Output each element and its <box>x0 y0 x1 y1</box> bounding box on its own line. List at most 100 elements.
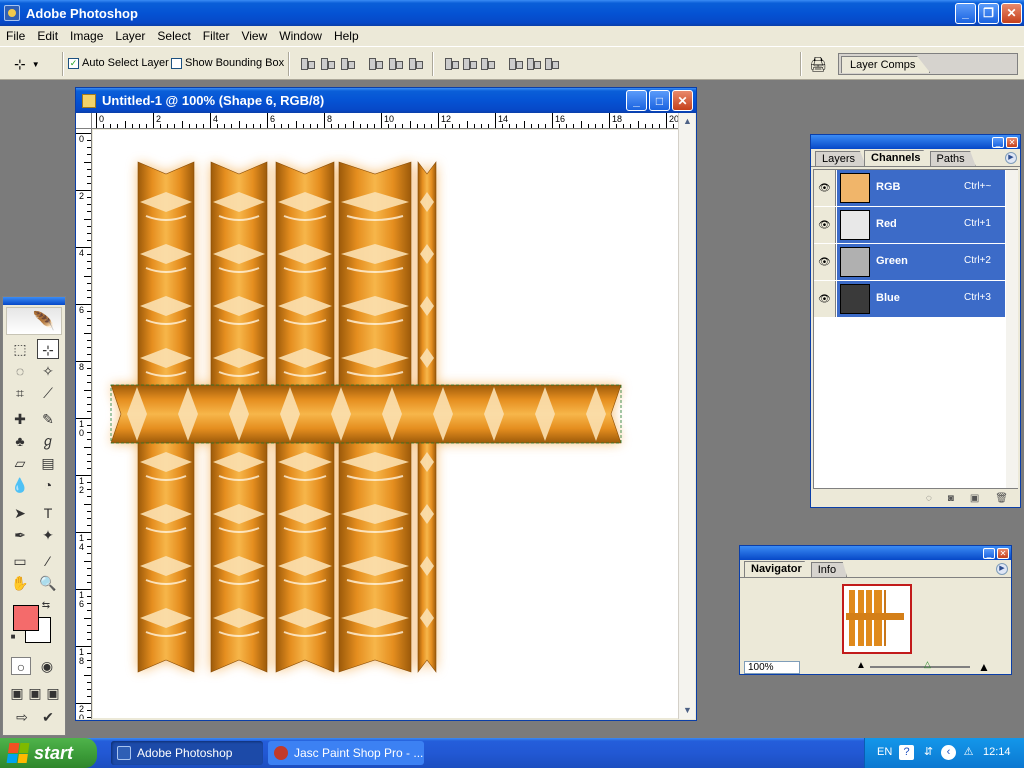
delete-channel-icon[interactable]: 🗑 <box>995 493 1008 504</box>
toolbox-title-bar[interactable] <box>3 297 65 305</box>
show-bounding-box-checkbox[interactable]: Show Bounding Box <box>171 57 284 69</box>
channel-list-scrollbar[interactable] <box>1006 170 1018 488</box>
align-vertical-centers-icon[interactable] <box>320 56 336 70</box>
magic-wand-tool-icon[interactable]: ✧ <box>37 361 59 381</box>
tab-info[interactable]: Info <box>810 562 848 577</box>
notes-tool-icon[interactable]: ▭ <box>9 551 31 571</box>
align-horizontal-centers-icon[interactable] <box>388 56 404 70</box>
doc-close-button[interactable]: ✕ <box>672 90 693 111</box>
tab-layers[interactable]: Layers <box>815 151 867 166</box>
taskbar-item-paint-shop-pro[interactable]: Jasc Paint Shop Pro - ... <box>268 741 424 765</box>
taskbar-item-photoshop[interactable]: Adobe Photoshop <box>111 741 263 765</box>
marquee-tool-icon[interactable]: ⬚ <box>9 339 31 359</box>
scroll-up-icon[interactable]: ▲ <box>681 115 694 128</box>
jump-to-imageready-icon[interactable]: ⇨ <box>9 707 35 727</box>
auto-select-layer-checkbox[interactable]: ✓ Auto Select Layer <box>68 57 169 69</box>
palette-minimize-button[interactable]: _ <box>992 136 1004 148</box>
tab-channels[interactable]: Channels <box>864 150 932 166</box>
distribute-right-edges-icon[interactable] <box>544 56 560 70</box>
channel-row-rgb[interactable]: 👁 RGB Ctrl+~ <box>814 170 1017 207</box>
doc-minimize-button[interactable]: _ <box>626 90 647 111</box>
quick-mask-mode-icon[interactable]: ◉ <box>37 657 57 675</box>
navigator-thumbnail[interactable] <box>842 584 912 654</box>
menu-image[interactable]: Image <box>64 29 109 43</box>
eyedropper-tool-icon[interactable]: ⁄ <box>37 551 59 571</box>
scroll-down-icon[interactable]: ▼ <box>681 704 694 717</box>
distribute-horizontal-centers-icon[interactable] <box>526 56 542 70</box>
zoom-in-icon[interactable]: ▲ <box>978 660 990 674</box>
swap-colors-icon[interactable]: ⇆ <box>39 599 53 613</box>
hand-tool-icon[interactable]: ✋ <box>9 573 31 593</box>
brush-tool-icon[interactable]: ✎ <box>37 409 59 429</box>
slice-tool-icon[interactable]: ⟋ <box>37 383 59 403</box>
pen-tool-icon[interactable]: ✒ <box>9 525 31 545</box>
menu-help[interactable]: Help <box>328 29 365 43</box>
clone-stamp-tool-icon[interactable]: ♣ <box>9 431 31 451</box>
channel-row-blue[interactable]: 👁 Blue Ctrl+3 <box>814 281 1017 318</box>
blur-tool-icon[interactable]: 💧 <box>9 475 31 495</box>
align-bottom-edges-icon[interactable] <box>340 56 356 70</box>
palette-menu-icon[interactable]: ▶ <box>996 563 1008 575</box>
move-tool-icon[interactable]: ⊹ <box>37 339 59 359</box>
help-icon[interactable]: ? <box>899 745 914 760</box>
navigator-palette-title-bar[interactable]: _ ✕ <box>740 546 1011 560</box>
standard-screen-mode-icon[interactable]: ▣ <box>9 683 25 703</box>
save-selection-as-channel-icon[interactable]: ◙ <box>948 493 954 504</box>
layer-comps-tab[interactable]: Layer Comps <box>841 56 931 73</box>
align-top-edges-icon[interactable] <box>300 56 316 70</box>
eye-icon[interactable]: 👁 <box>814 281 836 317</box>
zoom-out-icon[interactable]: ▲ <box>856 660 866 671</box>
palette-close-button[interactable]: ✕ <box>1006 136 1018 148</box>
zoom-slider[interactable] <box>870 666 970 668</box>
channels-palette-title-bar[interactable]: _ ✕ <box>811 135 1020 149</box>
canvas[interactable] <box>93 130 678 718</box>
eraser-tool-icon[interactable]: ▱ <box>9 453 31 473</box>
full-screen-menu-mode-icon[interactable]: ▣ <box>27 683 43 703</box>
distribute-top-edges-icon[interactable] <box>444 56 460 70</box>
type-tool-icon[interactable]: T <box>37 503 59 523</box>
eye-icon[interactable]: 👁 <box>814 244 836 280</box>
tab-navigator[interactable]: Navigator <box>744 561 813 577</box>
ruler-origin[interactable] <box>76 113 92 129</box>
crop-tool-icon[interactable]: ⌗ <box>9 383 31 403</box>
zoom-tool-icon[interactable]: 🔍 <box>37 573 59 593</box>
full-screen-mode-icon[interactable]: ▣ <box>45 683 61 703</box>
foreground-color-swatch[interactable] <box>13 605 39 631</box>
menu-filter[interactable]: Filter <box>197 29 236 43</box>
load-channel-as-selection-icon[interactable]: ◌ <box>926 493 932 504</box>
lasso-tool-icon[interactable]: ◌ <box>9 361 31 381</box>
navigator-zoom-field[interactable]: 100% <box>744 661 800 674</box>
menu-view[interactable]: View <box>235 29 273 43</box>
palette-close-button[interactable]: ✕ <box>997 547 1009 559</box>
security-alert-icon[interactable]: ⚠ <box>961 745 976 760</box>
channel-row-green[interactable]: 👁 Green Ctrl+2 <box>814 244 1017 281</box>
eye-icon[interactable]: 👁 <box>814 170 836 206</box>
gradient-tool-icon[interactable]: ▤ <box>37 453 59 473</box>
vertical-scrollbar[interactable]: ▲ ▼ <box>678 113 695 719</box>
standard-mode-icon[interactable]: ○ <box>11 657 31 675</box>
close-button[interactable]: ✕ <box>1001 2 1022 24</box>
adobe-feather-logo[interactable]: 🪶 <box>6 307 62 335</box>
dodge-tool-icon[interactable]: ◔ <box>37 475 59 495</box>
file-browser-icon[interactable]: 🖨 <box>806 52 830 76</box>
chevron-left-icon[interactable]: ‹ <box>941 745 956 760</box>
channel-row-red[interactable]: 👁 Red Ctrl+1 <box>814 207 1017 244</box>
menu-file[interactable]: File <box>0 29 31 43</box>
distribute-left-edges-icon[interactable] <box>508 56 524 70</box>
menu-edit[interactable]: Edit <box>31 29 64 43</box>
eye-icon[interactable]: 👁 <box>814 207 836 243</box>
distribute-bottom-edges-icon[interactable] <box>480 56 496 70</box>
menu-layer[interactable]: Layer <box>109 29 151 43</box>
document-title-bar[interactable]: Untitled-1 @ 100% (Shape 6, RGB/8) _ □ ✕ <box>76 88 696 113</box>
palette-menu-icon[interactable]: ▶ <box>1005 152 1017 164</box>
start-button[interactable]: start <box>0 738 97 768</box>
healing-brush-tool-icon[interactable]: ✚ <box>9 409 31 429</box>
history-brush-tool-icon[interactable]: ℊ <box>37 431 59 451</box>
network-icon[interactable]: ⇵ <box>921 745 936 760</box>
zoom-slider-thumb[interactable]: △ <box>924 659 934 669</box>
imageready-icon[interactable]: ✔ <box>37 707 59 727</box>
language-indicator[interactable]: EN <box>877 746 892 758</box>
doc-maximize-button[interactable]: □ <box>649 90 670 111</box>
vertical-ruler[interactable]: 0 2 4 6 8 10 12 14 16 18 20 <box>76 129 92 719</box>
tab-paths[interactable]: Paths <box>929 151 976 166</box>
